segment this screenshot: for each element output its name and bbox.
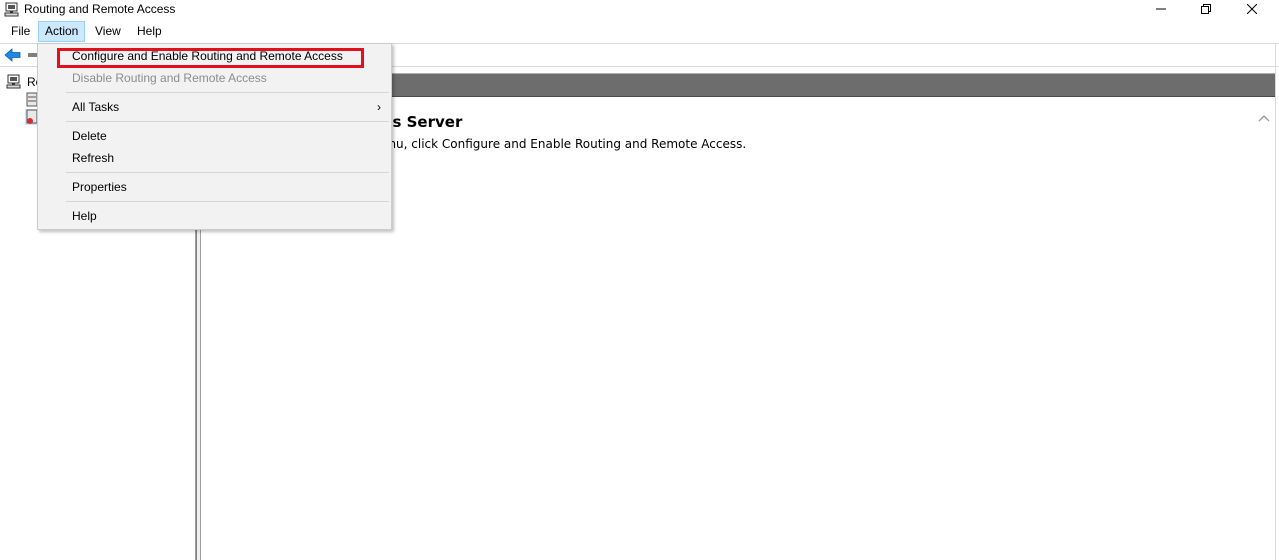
menu-bar: File Action View Help [0, 20, 1279, 42]
menu-separator [66, 172, 389, 173]
menu-help[interactable]: Help [131, 21, 168, 42]
menu-item-disable: Disable Routing and Remote Access [72, 71, 267, 85]
minimize-button[interactable] [1138, 0, 1184, 18]
chevron-right-icon: › [377, 100, 381, 114]
highlight-annotation [57, 48, 364, 68]
close-button[interactable] [1229, 0, 1275, 18]
restore-button[interactable] [1183, 0, 1229, 18]
menu-item-refresh[interactable]: Refresh [38, 148, 391, 169]
menu-separator [66, 121, 389, 122]
menu-file[interactable]: File [5, 21, 36, 42]
menu-item-all-tasks[interactable]: All Tasks › [38, 97, 391, 118]
all-tasks-label: All Tasks [72, 100, 120, 114]
menu-item-help[interactable]: Help [38, 206, 391, 227]
action-menu: Configure and Enable Routing and Remote … [37, 43, 392, 230]
mmc-window: Routing and Remote Access File Action Vi… [0, 0, 1279, 560]
menu-item-delete[interactable]: Delete [38, 126, 391, 147]
menu-item-properties[interactable]: Properties [38, 177, 391, 198]
window-title: Routing and Remote Access [24, 2, 176, 16]
window-right-border [1275, 43, 1279, 560]
chevron-up-icon[interactable] [1257, 112, 1271, 126]
menu-view[interactable]: View [89, 21, 127, 42]
server-console-icon [4, 2, 20, 18]
menu-action[interactable]: Action [38, 21, 86, 42]
menu-separator [66, 92, 389, 93]
minimize-icon [1156, 8, 1166, 10]
menu-separator [66, 201, 389, 202]
back-arrow-icon[interactable] [4, 47, 22, 63]
close-icon [1247, 4, 1257, 14]
title-bar: Routing and Remote Access [0, 0, 1279, 20]
restore-icon [1201, 4, 1211, 14]
server-console-icon [6, 74, 22, 90]
